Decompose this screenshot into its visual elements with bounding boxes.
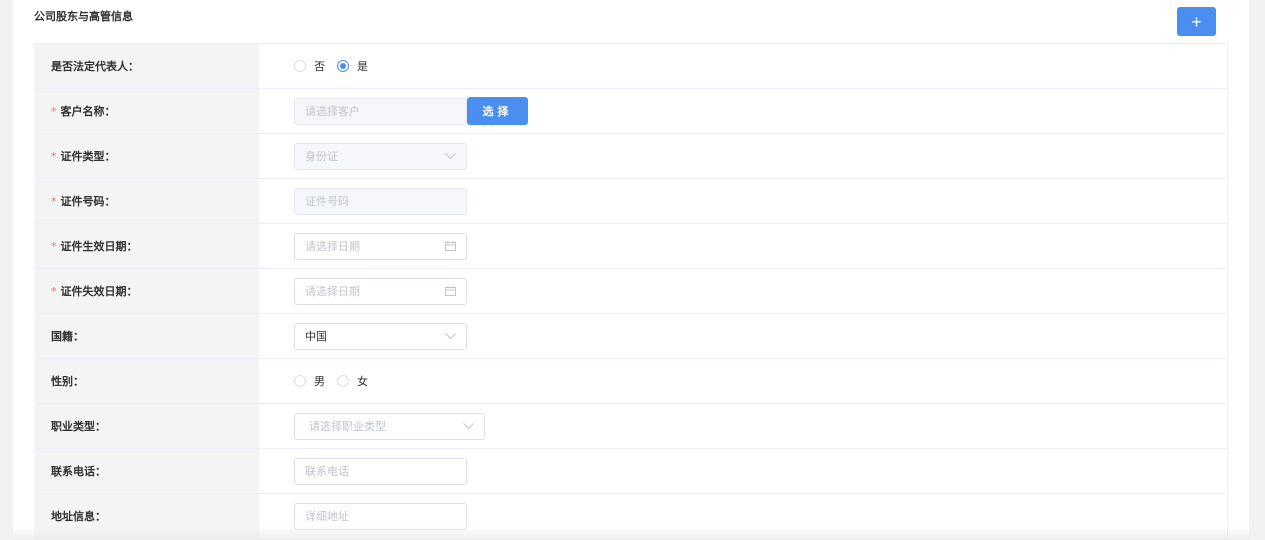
label-address: 地址信息： (34, 494, 259, 538)
required-mark: * (51, 194, 57, 208)
value-id-number: 证件号码 (259, 179, 1227, 223)
chevron-down-icon (445, 152, 456, 160)
row-customer-name: * 客户名称： 请选择客户 选择 (34, 89, 1227, 134)
id-start-date-picker[interactable]: 请选择日期 (294, 232, 467, 260)
value-customer-name: 请选择客户 选择 (259, 89, 1227, 133)
row-phone: 联系电话： 联系电话 (34, 449, 1227, 494)
id-end-date-picker[interactable]: 请选择日期 (294, 277, 467, 305)
required-mark: * (51, 104, 57, 118)
gender-radio-group: 男 女 (294, 373, 380, 389)
value-address: 详细地址 (259, 494, 1227, 538)
label-phone: 联系电话： (34, 449, 259, 493)
calendar-icon (445, 241, 456, 251)
section-title: 公司股东与高管信息 (34, 10, 133, 23)
label-id-start-date: * 证件生效日期： (34, 224, 259, 268)
chevron-down-icon (463, 422, 474, 430)
shareholder-panel: 公司股东与高管信息 + 是否法定代表人： 否 是 * 客户名称： 请选择客户 选… (13, 0, 1249, 540)
value-phone: 联系电话 (259, 449, 1227, 493)
radio-circle-male[interactable] (294, 375, 306, 387)
customer-name-input[interactable]: 请选择客户 (294, 97, 467, 125)
row-gender: 性别： 男 女 (34, 359, 1227, 404)
radio-legal-rep-yes[interactable]: 是 (337, 58, 368, 74)
label-occupation: 职业类型： (34, 404, 259, 448)
row-id-type: * 证件类型： 身份证 (34, 134, 1227, 179)
label-gender: 性别： (34, 359, 259, 403)
row-nationality: 国籍： 中国 (34, 314, 1227, 359)
radio-circle-no[interactable] (294, 60, 306, 72)
id-type-select[interactable]: 身份证 (294, 142, 467, 170)
label-customer-name: * 客户名称： (34, 89, 259, 133)
value-occupation: 请选择职业类型 (259, 404, 1227, 448)
label-id-type: * 证件类型： (34, 134, 259, 178)
required-mark: * (51, 239, 57, 253)
value-id-start-date: 请选择日期 (259, 224, 1227, 268)
radio-gender-female[interactable]: 女 (337, 373, 368, 389)
value-legal-representative: 否 是 (259, 44, 1227, 88)
radio-gender-male[interactable]: 男 (294, 373, 325, 389)
chevron-down-icon (445, 332, 456, 340)
required-mark: * (51, 149, 57, 163)
calendar-icon (445, 286, 456, 296)
value-id-type: 身份证 (259, 134, 1227, 178)
row-id-end-date: * 证件失效日期： 请选择日期 (34, 269, 1227, 314)
nationality-select[interactable]: 中国 (294, 322, 467, 350)
required-mark: * (51, 284, 57, 298)
shareholder-form: 是否法定代表人： 否 是 * 客户名称： 请选择客户 选择 * 证件类型： 身份… (34, 43, 1228, 539)
add-shareholder-button[interactable]: + (1177, 7, 1216, 36)
row-address: 地址信息： 详细地址 (34, 494, 1227, 539)
row-occupation: 职业类型： 请选择职业类型 (34, 404, 1227, 449)
row-id-number: * 证件号码： 证件号码 (34, 179, 1227, 224)
radio-circle-yes[interactable] (337, 60, 349, 72)
row-legal-representative: 是否法定代表人： 否 是 (34, 44, 1227, 89)
occupation-select[interactable]: 请选择职业类型 (294, 412, 485, 440)
label-legal-representative: 是否法定代表人： (34, 44, 259, 88)
value-gender: 男 女 (259, 359, 1227, 403)
row-id-start-date: * 证件生效日期： 请选择日期 (34, 224, 1227, 269)
address-input[interactable]: 详细地址 (294, 502, 467, 530)
label-id-number: * 证件号码： (34, 179, 259, 223)
legal-rep-radio-group: 否 是 (294, 58, 380, 74)
value-id-end-date: 请选择日期 (259, 269, 1227, 313)
label-nationality: 国籍： (34, 314, 259, 358)
value-nationality: 中国 (259, 314, 1227, 358)
select-customer-button[interactable]: 选择 (467, 97, 528, 125)
phone-input[interactable]: 联系电话 (294, 457, 467, 485)
radio-circle-female[interactable] (337, 375, 349, 387)
label-id-end-date: * 证件失效日期： (34, 269, 259, 313)
id-number-input[interactable]: 证件号码 (294, 187, 467, 215)
radio-legal-rep-no[interactable]: 否 (294, 58, 325, 74)
